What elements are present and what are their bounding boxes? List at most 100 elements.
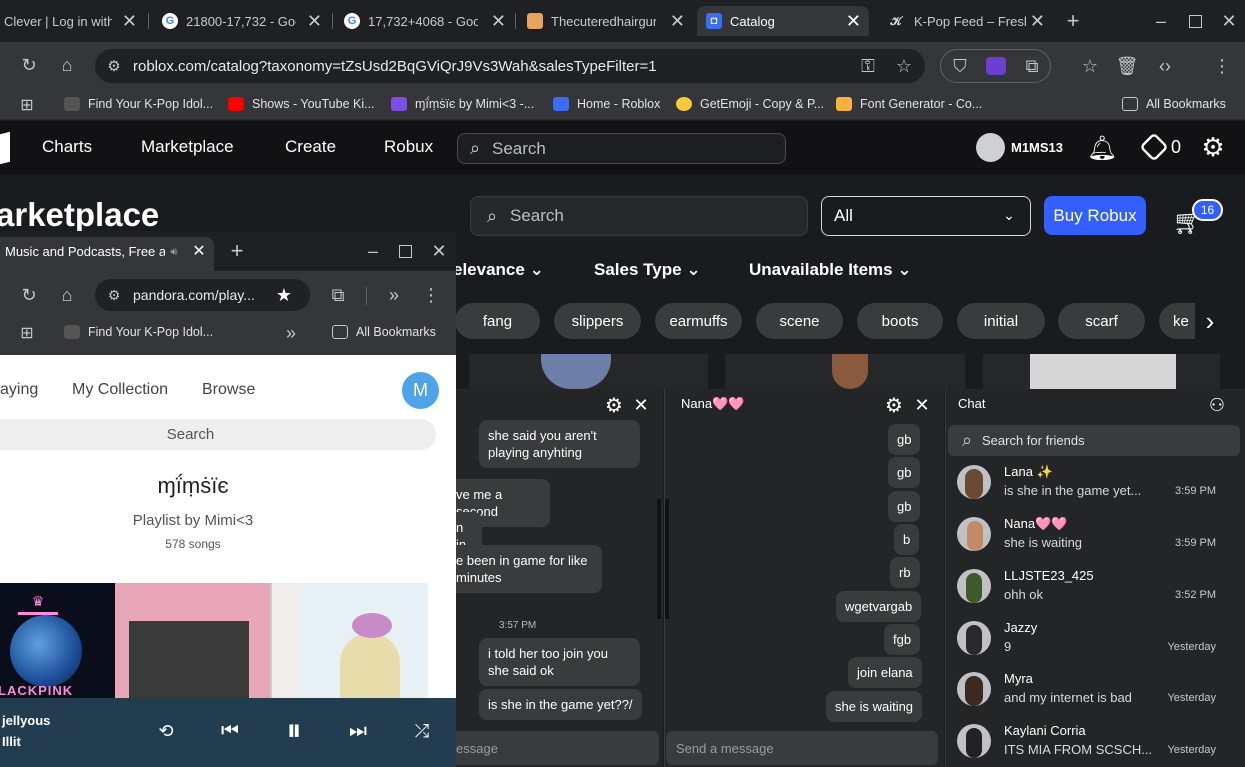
tab-google-2[interactable]: G 17,732+4068 - Goo ✕ <box>334 6 514 36</box>
previous-icon[interactable]: ⏮︎ <box>218 720 242 742</box>
album-cover[interactable] <box>300 583 428 698</box>
bookmark-getemoji[interactable]: GetEmoji - Copy & P... <box>676 97 824 111</box>
friend-row[interactable]: Jazzy 9 Yesterday <box>947 615 1237 667</box>
chip-earmuffs[interactable]: earmuffs <box>655 303 742 339</box>
puzzle-icon[interactable]: ⧉ <box>1021 55 1043 77</box>
track-title[interactable]: jellyous <box>2 713 50 728</box>
bookmark-kpop[interactable]: Find Your K-Pop Idol... <box>64 97 213 111</box>
close-icon[interactable]: ✕ <box>307 11 322 32</box>
bookmark-youtube[interactable]: Shows - YouTube Ki... <box>228 97 375 111</box>
close-window-icon[interactable]: ✕ <box>428 240 450 262</box>
nav-robux[interactable]: Robux <box>384 137 433 157</box>
site-info-icon[interactable]: ⚙ <box>103 55 125 77</box>
tab-clever[interactable]: Clever | Log in with ✕ <box>0 6 145 36</box>
chip-ke[interactable]: ke <box>1159 303 1195 339</box>
friend-row[interactable]: Nana🩷🩷 she is waiting 3:59 PM <box>947 511 1237 563</box>
username[interactable]: M1MS13 <box>1011 140 1063 155</box>
minimize-icon[interactable]: – <box>362 240 384 262</box>
trash-icon[interactable]: 🗑 <box>1116 55 1139 77</box>
track-artist[interactable]: Illit <box>2 734 21 749</box>
nav-now-playing[interactable]: aying <box>0 381 38 399</box>
album-cover[interactable] <box>115 583 270 698</box>
close-icon[interactable]: ✕ <box>122 11 137 32</box>
message-input[interactable]: Send a message <box>666 731 938 765</box>
bookmark-star-icon[interactable]: ★ <box>273 284 295 306</box>
nav-my-collection[interactable]: My Collection <box>72 381 168 399</box>
category-select[interactable]: All ⌄ <box>821 196 1031 236</box>
chip-fang[interactable]: fang <box>455 303 540 339</box>
pause-icon[interactable]: ⏸︎ <box>280 714 308 747</box>
close-icon[interactable]: ✕ <box>1030 11 1045 32</box>
shuffle-icon[interactable]: ⤮ <box>411 720 433 742</box>
reload-icon[interactable]: ↻ <box>18 54 40 76</box>
apps-grid-icon[interactable]: ⊞ <box>17 95 37 115</box>
tab-google-1[interactable]: G 21800-17,732 - Goo ✕ <box>150 6 330 36</box>
star-icon[interactable]: ☆ <box>1079 55 1101 77</box>
address-bar[interactable]: ⚙ roblox.com/catalog?taxonomy=tZsUsd2BqG… <box>95 49 925 83</box>
site-info-icon[interactable]: ⚙ <box>103 284 125 306</box>
nav-marketplace[interactable]: Marketplace <box>141 137 234 157</box>
bookmark-font-generator[interactable]: Font Generator - Co... <box>836 97 982 111</box>
nav-charts[interactable]: Charts <box>42 137 92 157</box>
bell-icon[interactable]: 🔔︎ <box>1087 134 1117 162</box>
puzzle-icon[interactable]: ⧉ <box>327 284 349 306</box>
chip-initial[interactable]: initial <box>957 303 1045 339</box>
playlist-owner[interactable]: Playlist by Mimi<3 <box>0 512 386 529</box>
pandora-address-bar[interactable]: ⚙ pandora.com/play... ★ <box>95 279 310 311</box>
key-icon[interactable]: ⚿ <box>857 55 879 77</box>
close-window-icon[interactable]: ✕ <box>1218 10 1240 32</box>
repeat-icon[interactable]: ⟲ <box>155 720 177 742</box>
restore-icon[interactable] <box>399 245 412 258</box>
bookmark-roblox-home[interactable]: Home - Roblox <box>553 97 660 111</box>
gear-icon[interactable]: ⚙ <box>1199 132 1227 162</box>
album-cover[interactable]: ♛ LACKPINK <box>0 583 115 698</box>
nav-create[interactable]: Create <box>285 137 336 157</box>
avatar[interactable] <box>976 133 1005 162</box>
menu-icon[interactable]: ⋮ <box>420 284 442 306</box>
friend-row[interactable]: Myra and my internet is bad Yesterday <box>947 666 1237 718</box>
item-thumbnail[interactable] <box>983 354 1220 389</box>
code-icon[interactable]: ‹› <box>1154 55 1176 77</box>
buy-robux-button[interactable]: Buy Robux <box>1044 196 1146 235</box>
roblox-search-input[interactable]: ⌕ Search <box>457 133 786 164</box>
all-bookmarks[interactable]: All Bookmarks <box>332 325 436 339</box>
chat-title[interactable]: Nana🩷🩷 <box>681 396 744 412</box>
gear-icon[interactable]: ⚙ <box>883 394 905 417</box>
chip-scene[interactable]: scene <box>756 303 843 339</box>
album-cover[interactable] <box>270 583 300 698</box>
friend-row[interactable]: Kaylani Corria ITS MIA FROM SCSCH... Yes… <box>947 718 1237 767</box>
filter-unavailable-items[interactable]: Unavailable Items ⌄ <box>749 260 912 280</box>
roblox-logo[interactable] <box>0 131 10 165</box>
reload-icon[interactable]: ↻ <box>18 284 40 306</box>
close-icon[interactable]: ✕ <box>846 11 861 32</box>
chevron-right-icon[interactable]: › <box>1198 306 1222 336</box>
speaker-icon[interactable]: 🔊︎ <box>167 244 181 260</box>
apps-grid-icon[interactable]: ⊞ <box>17 323 37 343</box>
friend-row[interactable]: LLJSTE23_425 ohh ok 3:52 PM <box>947 563 1237 615</box>
item-thumbnail[interactable] <box>469 354 708 389</box>
tab-kpop-feed[interactable]: 𝒦 K-Pop Feed – Fresh ✕ <box>873 6 1053 36</box>
shield-extension-icon[interactable]: ⛉ <box>949 55 971 77</box>
add-friend-icon[interactable]: ⚇ <box>1206 394 1228 416</box>
tab-pinterest[interactable]: Thecuteredhairgurl ✕ <box>517 6 693 36</box>
close-icon[interactable]: ✕ <box>911 394 933 416</box>
close-icon[interactable]: ✕ <box>670 11 685 32</box>
bookmark-pandora-playlist[interactable]: ɱḯṃṡïє by Mimi<3 -... <box>391 97 534 111</box>
new-tab-icon[interactable]: + <box>226 238 248 263</box>
menu-icon[interactable]: ⋮ <box>1211 55 1233 77</box>
close-icon[interactable]: ✕ <box>190 242 208 260</box>
chip-scarf[interactable]: scarf <box>1058 303 1145 339</box>
scrollbar[interactable] <box>665 499 669 619</box>
message-input[interactable]: essage <box>456 731 659 765</box>
more-extensions-icon[interactable]: » <box>383 284 405 306</box>
bookmark-star-icon[interactable]: ☆ <box>893 55 915 77</box>
scrollbar[interactable] <box>657 499 661 619</box>
nav-browse[interactable]: Browse <box>202 381 255 399</box>
close-icon[interactable]: ✕ <box>491 11 506 32</box>
maximize-icon[interactable] <box>1189 15 1202 28</box>
pandora-search-input[interactable]: Search <box>0 419 436 450</box>
new-tab-icon[interactable]: + <box>1062 8 1084 33</box>
all-bookmarks[interactable]: All Bookmarks <box>1122 97 1226 111</box>
friend-row[interactable]: Lana ✨ is she in the game yet... 3:59 PM <box>947 459 1237 511</box>
chip-slippers[interactable]: slippers <box>554 303 641 339</box>
